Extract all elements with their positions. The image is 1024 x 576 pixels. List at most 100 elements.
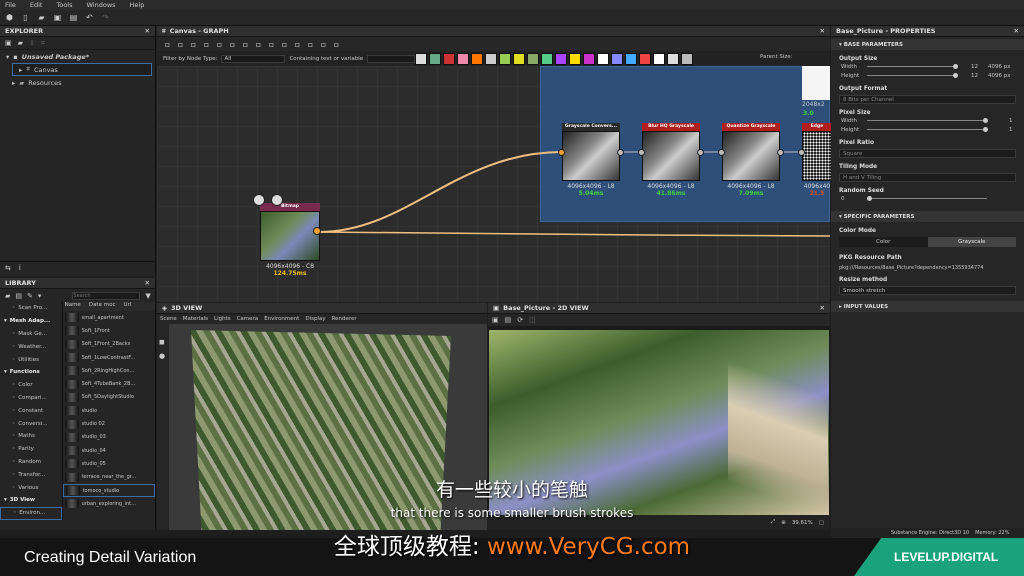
- new-file-icon[interactable]: ▯: [21, 13, 30, 22]
- pkg-resource-path-value[interactable]: pkg:///Resources/Base_Picture?dependency…: [831, 265, 1024, 271]
- channels-icon[interactable]: ◫: [529, 316, 536, 324]
- library-category[interactable]: ◦ Mask Ge...: [0, 328, 62, 341]
- library-category[interactable]: ◦ Parity: [0, 443, 62, 456]
- input-port[interactable]: [638, 149, 645, 156]
- 3d-view-menu-item[interactable]: Materials: [183, 316, 208, 322]
- 3d-view-menu-item[interactable]: Environment: [264, 316, 299, 322]
- menu-file[interactable]: File: [5, 1, 16, 9]
- library-item[interactable]: studio 02: [63, 417, 155, 430]
- folder-icon[interactable]: ▰: [5, 292, 10, 300]
- zoom-level[interactable]: 39.61%: [792, 520, 813, 526]
- node-lock-icon[interactable]: [253, 194, 265, 206]
- slider-knob[interactable]: [867, 196, 872, 201]
- specific-parameters-section[interactable]: ▾ SPECIFIC PARAMETERS: [831, 211, 1024, 222]
- library-category[interactable]: ◦ Maths: [0, 430, 62, 443]
- output-format-select[interactable]: 8 Bits per Channel: [839, 95, 1016, 104]
- explorer-item-canvas[interactable]: ▸ ⌗ Canvas: [12, 63, 152, 76]
- 3d-view-menu-item[interactable]: Camera: [237, 316, 259, 322]
- library-item[interactable]: small_apartment: [63, 311, 155, 324]
- bitmap-node[interactable]: Bitmap 4096x4096 - C8 124.75ms: [260, 203, 320, 277]
- brush-icon[interactable]: ✎: [27, 292, 33, 300]
- graph-node[interactable]: Edge 4096x40 21.5: [802, 123, 832, 197]
- dropdown-icon[interactable]: ▾: [38, 292, 42, 300]
- pin-icon[interactable]: ✕: [145, 27, 150, 35]
- 3d-view-menu-item[interactable]: Lights: [214, 316, 231, 322]
- input-values-section[interactable]: ▸ INPUT VALUES: [831, 301, 1024, 312]
- output-port[interactable]: [777, 149, 784, 156]
- pin-icon[interactable]: ✕: [1014, 27, 1019, 35]
- redo-icon[interactable]: ↷: [101, 13, 110, 22]
- library-category[interactable]: ◦ Random: [0, 456, 62, 469]
- light-icon[interactable]: ●: [159, 352, 169, 360]
- input-port[interactable]: [798, 149, 805, 156]
- input-port[interactable]: [718, 149, 725, 156]
- resize-method-select[interactable]: Smooth stretch: [839, 286, 1016, 295]
- output-port[interactable]: [697, 149, 704, 156]
- library-item[interactable]: Soft_2RingHighCon...: [63, 364, 155, 377]
- library-item[interactable]: studio_04: [63, 444, 155, 457]
- folder-icon[interactable]: ▰: [18, 39, 23, 47]
- graph-node[interactable]: Quantize Grayscale 4096x4096 - L8 7.09ms: [722, 123, 780, 197]
- menu-windows[interactable]: Windows: [87, 1, 116, 9]
- node-view-icon[interactable]: [271, 194, 283, 206]
- graph-node[interactable]: Blur HQ Grayscale 4096x4096 - L8 41.86ms: [642, 123, 700, 197]
- info-icon[interactable]: i: [19, 264, 21, 272]
- library-item[interactable]: Soft_1Front_2Backs: [63, 338, 155, 351]
- tree-icon[interactable]: ⇆: [5, 264, 11, 272]
- close-icon[interactable]: ✕: [145, 279, 150, 287]
- save-all-icon[interactable]: ▤: [69, 13, 78, 22]
- base-parameters-section[interactable]: ▾ BASE PARAMETERS: [831, 39, 1024, 50]
- filter-icon[interactable]: ▼: [145, 292, 150, 300]
- 3d-view-menu-item[interactable]: Display: [305, 316, 325, 322]
- output-node-thumbnail[interactable]: [802, 66, 830, 100]
- slider-knob[interactable]: [953, 64, 958, 69]
- library-item[interactable]: studio_05: [63, 457, 155, 470]
- library-category[interactable]: ◦ Conversi...: [0, 417, 62, 430]
- up-icon[interactable]: ⇧: [29, 39, 35, 47]
- pin-icon[interactable]: ✕: [820, 304, 825, 312]
- library-item[interactable]: Soft_1Front: [63, 324, 155, 337]
- actual-size-icon[interactable]: ▢: [819, 520, 824, 526]
- package-row[interactable]: ▾ ▪ Unsaved Package*: [0, 50, 155, 63]
- 3d-view-menu-item[interactable]: Renderer: [332, 316, 357, 322]
- image-icon[interactable]: ▣: [492, 316, 499, 324]
- random-seed-slider[interactable]: [867, 196, 987, 201]
- 3d-view-menu-item[interactable]: Scene: [160, 316, 177, 322]
- column-url[interactable]: Url: [123, 302, 131, 311]
- column-name[interactable]: Name: [65, 302, 81, 311]
- library-category[interactable]: ◦ Scan Pro...: [0, 302, 62, 315]
- library-search-input[interactable]: [72, 291, 141, 300]
- library-item[interactable]: Soft_5DaylightStudio: [63, 391, 155, 404]
- library-category[interactable]: ◦ Constant: [0, 404, 62, 417]
- width-slider[interactable]: [867, 64, 958, 69]
- zoom-icon[interactable]: ⊕: [781, 520, 786, 526]
- tiling-mode-select[interactable]: H and V Tiling: [839, 173, 1016, 182]
- camera-icon[interactable]: ◼: [159, 338, 169, 346]
- refresh-icon[interactable]: ⟳: [517, 316, 523, 324]
- color-mode-grayscale[interactable]: Grayscale: [927, 237, 1016, 247]
- height-slider[interactable]: [867, 73, 958, 78]
- add-icon[interactable]: ▤: [15, 292, 22, 300]
- pixel-height-slider[interactable]: [867, 127, 988, 132]
- menu-tools[interactable]: Tools: [56, 1, 72, 9]
- library-item[interactable]: Soft_4TubeBank_2B...: [63, 377, 155, 390]
- library-category[interactable]: ◦ Color: [0, 379, 62, 392]
- explorer-item-resources[interactable]: ▸ ▰ Resources: [6, 76, 155, 89]
- graph-icon[interactable]: ⌗: [41, 39, 45, 48]
- save-icon[interactable]: ▤: [505, 316, 512, 324]
- output-port[interactable]: [313, 227, 321, 235]
- library-item[interactable]: Soft_1LowContrastF...: [63, 351, 155, 364]
- column-date[interactable]: Date moc: [89, 302, 116, 311]
- fit-icon[interactable]: ⤢: [771, 519, 775, 526]
- menu-edit[interactable]: Edit: [30, 1, 43, 9]
- open-folder-icon[interactable]: ▰: [37, 13, 46, 22]
- library-item[interactable]: studio: [63, 404, 155, 417]
- undo-icon[interactable]: ↶: [85, 13, 94, 22]
- library-item[interactable]: studio_03: [63, 431, 155, 444]
- pixel-width-slider[interactable]: [867, 118, 988, 123]
- library-category[interactable]: ◦ Utilities: [0, 353, 62, 366]
- slider-knob[interactable]: [953, 73, 958, 78]
- input-port[interactable]: [558, 149, 565, 156]
- library-category[interactable]: ▾ Functions: [0, 366, 62, 379]
- graph-node[interactable]: Grayscale Convers... 4096x4096 - L8 5.04ms: [562, 123, 620, 197]
